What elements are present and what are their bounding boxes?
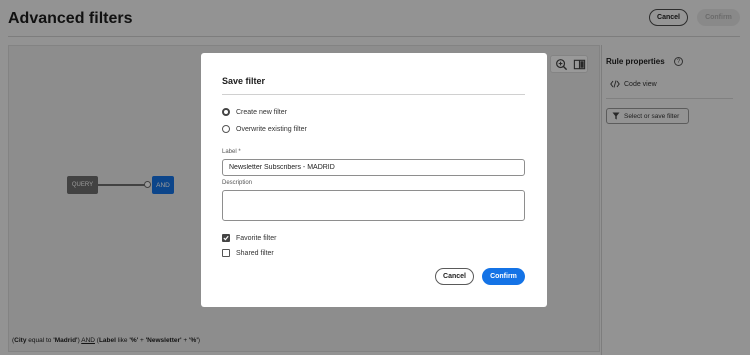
radio-create-new-filter[interactable]: Create new filter [222, 108, 287, 116]
shared-filter-label: Shared filter [236, 249, 274, 257]
dialog-divider [222, 94, 525, 95]
shared-filter-checkbox[interactable] [222, 249, 230, 257]
description-textarea[interactable] [222, 190, 525, 221]
checkmark-icon [223, 235, 229, 241]
save-filter-dialog: Save filter Create new filter Overwrite … [201, 53, 547, 307]
radio-overwrite-label: Overwrite existing filter [236, 125, 307, 133]
radio-overwrite-existing-filter[interactable]: Overwrite existing filter [222, 125, 307, 133]
description-field-label: Description [222, 180, 253, 186]
label-field-label: Label * [222, 149, 241, 155]
dialog-title: Save filter [222, 76, 266, 86]
radio-create-label: Create new filter [236, 108, 287, 116]
required-mark: * [238, 149, 241, 155]
favorite-filter-checkbox-row[interactable]: Favorite filter [222, 234, 276, 242]
favorite-filter-label: Favorite filter [236, 234, 277, 242]
label-input[interactable] [222, 159, 525, 176]
radio-button-checked[interactable] [222, 108, 230, 116]
dialog-cancel-button[interactable]: Cancel [435, 268, 474, 285]
favorite-filter-checkbox[interactable] [222, 234, 230, 242]
radio-button-unchecked[interactable] [222, 125, 230, 133]
shared-filter-checkbox-row[interactable]: Shared filter [222, 249, 274, 257]
dialog-confirm-button[interactable]: Confirm [482, 268, 525, 285]
